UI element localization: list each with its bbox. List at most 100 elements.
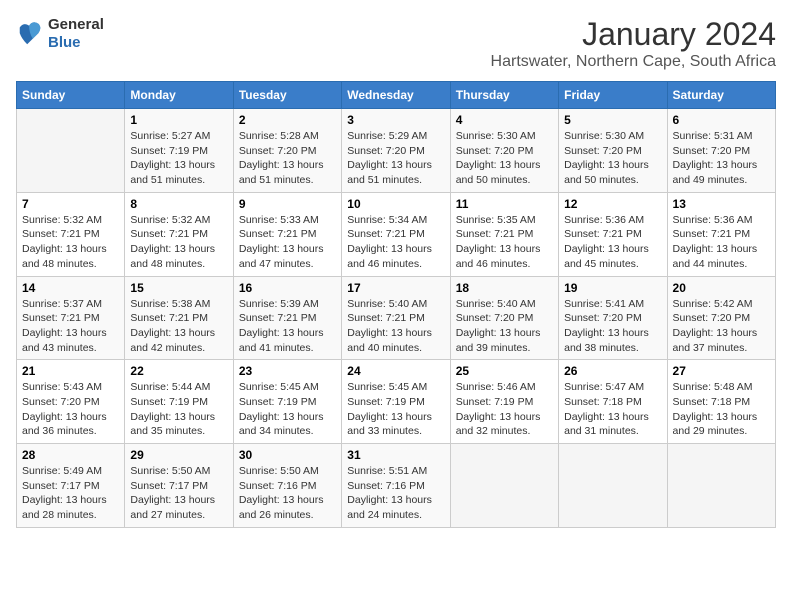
day-info: Sunrise: 5:40 AM Sunset: 7:20 PM Dayligh…	[456, 297, 553, 356]
day-number: 14	[22, 281, 119, 295]
day-info: Sunrise: 5:31 AM Sunset: 7:20 PM Dayligh…	[673, 129, 770, 188]
calendar-cell: 14Sunrise: 5:37 AM Sunset: 7:21 PM Dayli…	[17, 276, 125, 360]
day-info: Sunrise: 5:30 AM Sunset: 7:20 PM Dayligh…	[456, 129, 553, 188]
day-number: 13	[673, 197, 770, 211]
day-number: 8	[130, 197, 227, 211]
calendar-cell: 19Sunrise: 5:41 AM Sunset: 7:20 PM Dayli…	[559, 276, 667, 360]
calendar-cell: 21 Sunrise: 5:43 AM Sunset: 7:20 PM Dayli…	[17, 360, 125, 444]
day-number: 21	[22, 364, 119, 378]
day-number: 24	[347, 364, 444, 378]
day-number: 23	[239, 364, 336, 378]
calendar-cell: 28 Sunrise: 5:49 AM Sunset: 7:17 PM Dayli…	[17, 444, 125, 528]
calendar-cell: 30 Sunrise: 5:50 AM Sunset: 7:16 PM Dayli…	[233, 444, 341, 528]
calendar-cell: 31 Sunrise: 5:51 AM Sunset: 7:16 PM Dayli…	[342, 444, 450, 528]
day-number: 15	[130, 281, 227, 295]
day-number: 28	[22, 448, 119, 462]
calendar-cell	[667, 444, 775, 528]
header-friday: Friday	[559, 82, 667, 109]
day-info: Sunrise: 5:36 AM Sunset: 7:21 PM Dayligh…	[673, 213, 770, 272]
header-sunday: Sunday	[17, 82, 125, 109]
day-info: Sunrise: 5:28 AM Sunset: 7:20 PM Dayligh…	[239, 129, 336, 188]
day-info: Sunrise: 5:34 AM Sunset: 7:21 PM Dayligh…	[347, 213, 444, 272]
calendar-cell: 18 Sunrise: 5:40 AM Sunset: 7:20 PM Dayli…	[450, 276, 558, 360]
day-number: 31	[347, 448, 444, 462]
calendar-cell: 22 Sunrise: 5:44 AM Sunset: 7:19 PM Dayli…	[125, 360, 233, 444]
day-info: Sunrise: 5:32 AM Sunset: 7:21 PM Dayligh…	[130, 213, 227, 272]
header-tuesday: Tuesday	[233, 82, 341, 109]
day-info: Sunrise: 5:29 AM Sunset: 7:20 PM Dayligh…	[347, 129, 444, 188]
day-info: Sunrise: 5:45 AM Sunset: 7:19 PM Dayligh…	[239, 380, 336, 439]
day-info: Sunrise: 5:40 AM Sunset: 7:21 PM Dayligh…	[347, 297, 444, 356]
day-number: 18	[456, 281, 553, 295]
calendar-cell	[559, 444, 667, 528]
day-number: 29	[130, 448, 227, 462]
calendar-cell: 16 Sunrise: 5:39 AM Sunset: 7:21 PM Dayli…	[233, 276, 341, 360]
calendar-header-row: SundayMondayTuesdayWednesdayThursdayFrid…	[17, 82, 776, 109]
calendar-week-4: 28 Sunrise: 5:49 AM Sunset: 7:17 PM Dayli…	[17, 444, 776, 528]
calendar-cell: 1Sunrise: 5:27 AM Sunset: 7:19 PM Daylig…	[125, 109, 233, 193]
day-number: 16	[239, 281, 336, 295]
header-thursday: Thursday	[450, 82, 558, 109]
day-info: Sunrise: 5:35 AM Sunset: 7:21 PM Dayligh…	[456, 213, 553, 272]
calendar-cell: 20Sunrise: 5:42 AM Sunset: 7:20 PM Dayli…	[667, 276, 775, 360]
day-number: 4	[456, 113, 553, 127]
calendar-cell: 8 Sunrise: 5:32 AM Sunset: 7:21 PM Daylig…	[125, 192, 233, 276]
day-number: 26	[564, 364, 661, 378]
calendar-week-0: 1Sunrise: 5:27 AM Sunset: 7:19 PM Daylig…	[17, 109, 776, 193]
calendar-cell: 15 Sunrise: 5:38 AM Sunset: 7:21 PM Dayli…	[125, 276, 233, 360]
day-number: 30	[239, 448, 336, 462]
day-number: 17	[347, 281, 444, 295]
calendar-cell	[17, 109, 125, 193]
day-number: 27	[673, 364, 770, 378]
calendar-week-3: 21 Sunrise: 5:43 AM Sunset: 7:20 PM Dayli…	[17, 360, 776, 444]
day-number: 22	[130, 364, 227, 378]
calendar-cell: 11 Sunrise: 5:35 AM Sunset: 7:21 PM Dayli…	[450, 192, 558, 276]
day-number: 5	[564, 113, 661, 127]
day-number: 2	[239, 113, 336, 127]
day-number: 10	[347, 197, 444, 211]
calendar-cell: 24 Sunrise: 5:45 AM Sunset: 7:19 PM Dayli…	[342, 360, 450, 444]
calendar-cell: 29Sunrise: 5:50 AM Sunset: 7:17 PM Dayli…	[125, 444, 233, 528]
calendar-cell	[450, 444, 558, 528]
calendar-cell: 10 Sunrise: 5:34 AM Sunset: 7:21 PM Dayli…	[342, 192, 450, 276]
day-info: Sunrise: 5:39 AM Sunset: 7:21 PM Dayligh…	[239, 297, 336, 356]
location-title: Hartswater, Northern Cape, South Africa	[491, 53, 776, 71]
day-info: Sunrise: 5:48 AM Sunset: 7:18 PM Dayligh…	[673, 380, 770, 439]
day-number: 1	[130, 113, 227, 127]
calendar-week-2: 14Sunrise: 5:37 AM Sunset: 7:21 PM Dayli…	[17, 276, 776, 360]
day-number: 9	[239, 197, 336, 211]
calendar-cell: 2 Sunrise: 5:28 AM Sunset: 7:20 PM Daylig…	[233, 109, 341, 193]
day-number: 6	[673, 113, 770, 127]
day-info: Sunrise: 5:46 AM Sunset: 7:19 PM Dayligh…	[456, 380, 553, 439]
calendar-cell: 13 Sunrise: 5:36 AM Sunset: 7:21 PM Dayli…	[667, 192, 775, 276]
day-info: Sunrise: 5:32 AM Sunset: 7:21 PM Dayligh…	[22, 213, 119, 272]
day-info: Sunrise: 5:51 AM Sunset: 7:16 PM Dayligh…	[347, 464, 444, 523]
day-number: 7	[22, 197, 119, 211]
day-info: Sunrise: 5:49 AM Sunset: 7:17 PM Dayligh…	[22, 464, 119, 523]
page-header: General Blue January 2024 Hartswater, No…	[16, 16, 776, 71]
day-info: Sunrise: 5:50 AM Sunset: 7:16 PM Dayligh…	[239, 464, 336, 523]
calendar-cell: 12Sunrise: 5:36 AM Sunset: 7:21 PM Dayli…	[559, 192, 667, 276]
day-info: Sunrise: 5:43 AM Sunset: 7:20 PM Dayligh…	[22, 380, 119, 439]
month-title: January 2024	[491, 16, 776, 53]
logo-text: General Blue	[48, 16, 104, 52]
calendar-cell: 27 Sunrise: 5:48 AM Sunset: 7:18 PM Dayli…	[667, 360, 775, 444]
day-info: Sunrise: 5:41 AM Sunset: 7:20 PM Dayligh…	[564, 297, 661, 356]
day-number: 20	[673, 281, 770, 295]
logo-general: General	[48, 16, 104, 33]
day-info: Sunrise: 5:38 AM Sunset: 7:21 PM Dayligh…	[130, 297, 227, 356]
calendar-cell: 4 Sunrise: 5:30 AM Sunset: 7:20 PM Daylig…	[450, 109, 558, 193]
day-info: Sunrise: 5:45 AM Sunset: 7:19 PM Dayligh…	[347, 380, 444, 439]
calendar-cell: 25Sunrise: 5:46 AM Sunset: 7:19 PM Dayli…	[450, 360, 558, 444]
calendar-table: SundayMondayTuesdayWednesdayThursdayFrid…	[16, 81, 776, 528]
day-number: 11	[456, 197, 553, 211]
day-info: Sunrise: 5:33 AM Sunset: 7:21 PM Dayligh…	[239, 213, 336, 272]
day-number: 12	[564, 197, 661, 211]
calendar-cell: 17 Sunrise: 5:40 AM Sunset: 7:21 PM Dayli…	[342, 276, 450, 360]
logo-icon	[16, 20, 44, 48]
day-number: 3	[347, 113, 444, 127]
logo: General Blue	[16, 16, 104, 52]
calendar-cell: 7 Sunrise: 5:32 AM Sunset: 7:21 PM Daylig…	[17, 192, 125, 276]
title-block: January 2024 Hartswater, Northern Cape, …	[491, 16, 776, 71]
day-info: Sunrise: 5:44 AM Sunset: 7:19 PM Dayligh…	[130, 380, 227, 439]
